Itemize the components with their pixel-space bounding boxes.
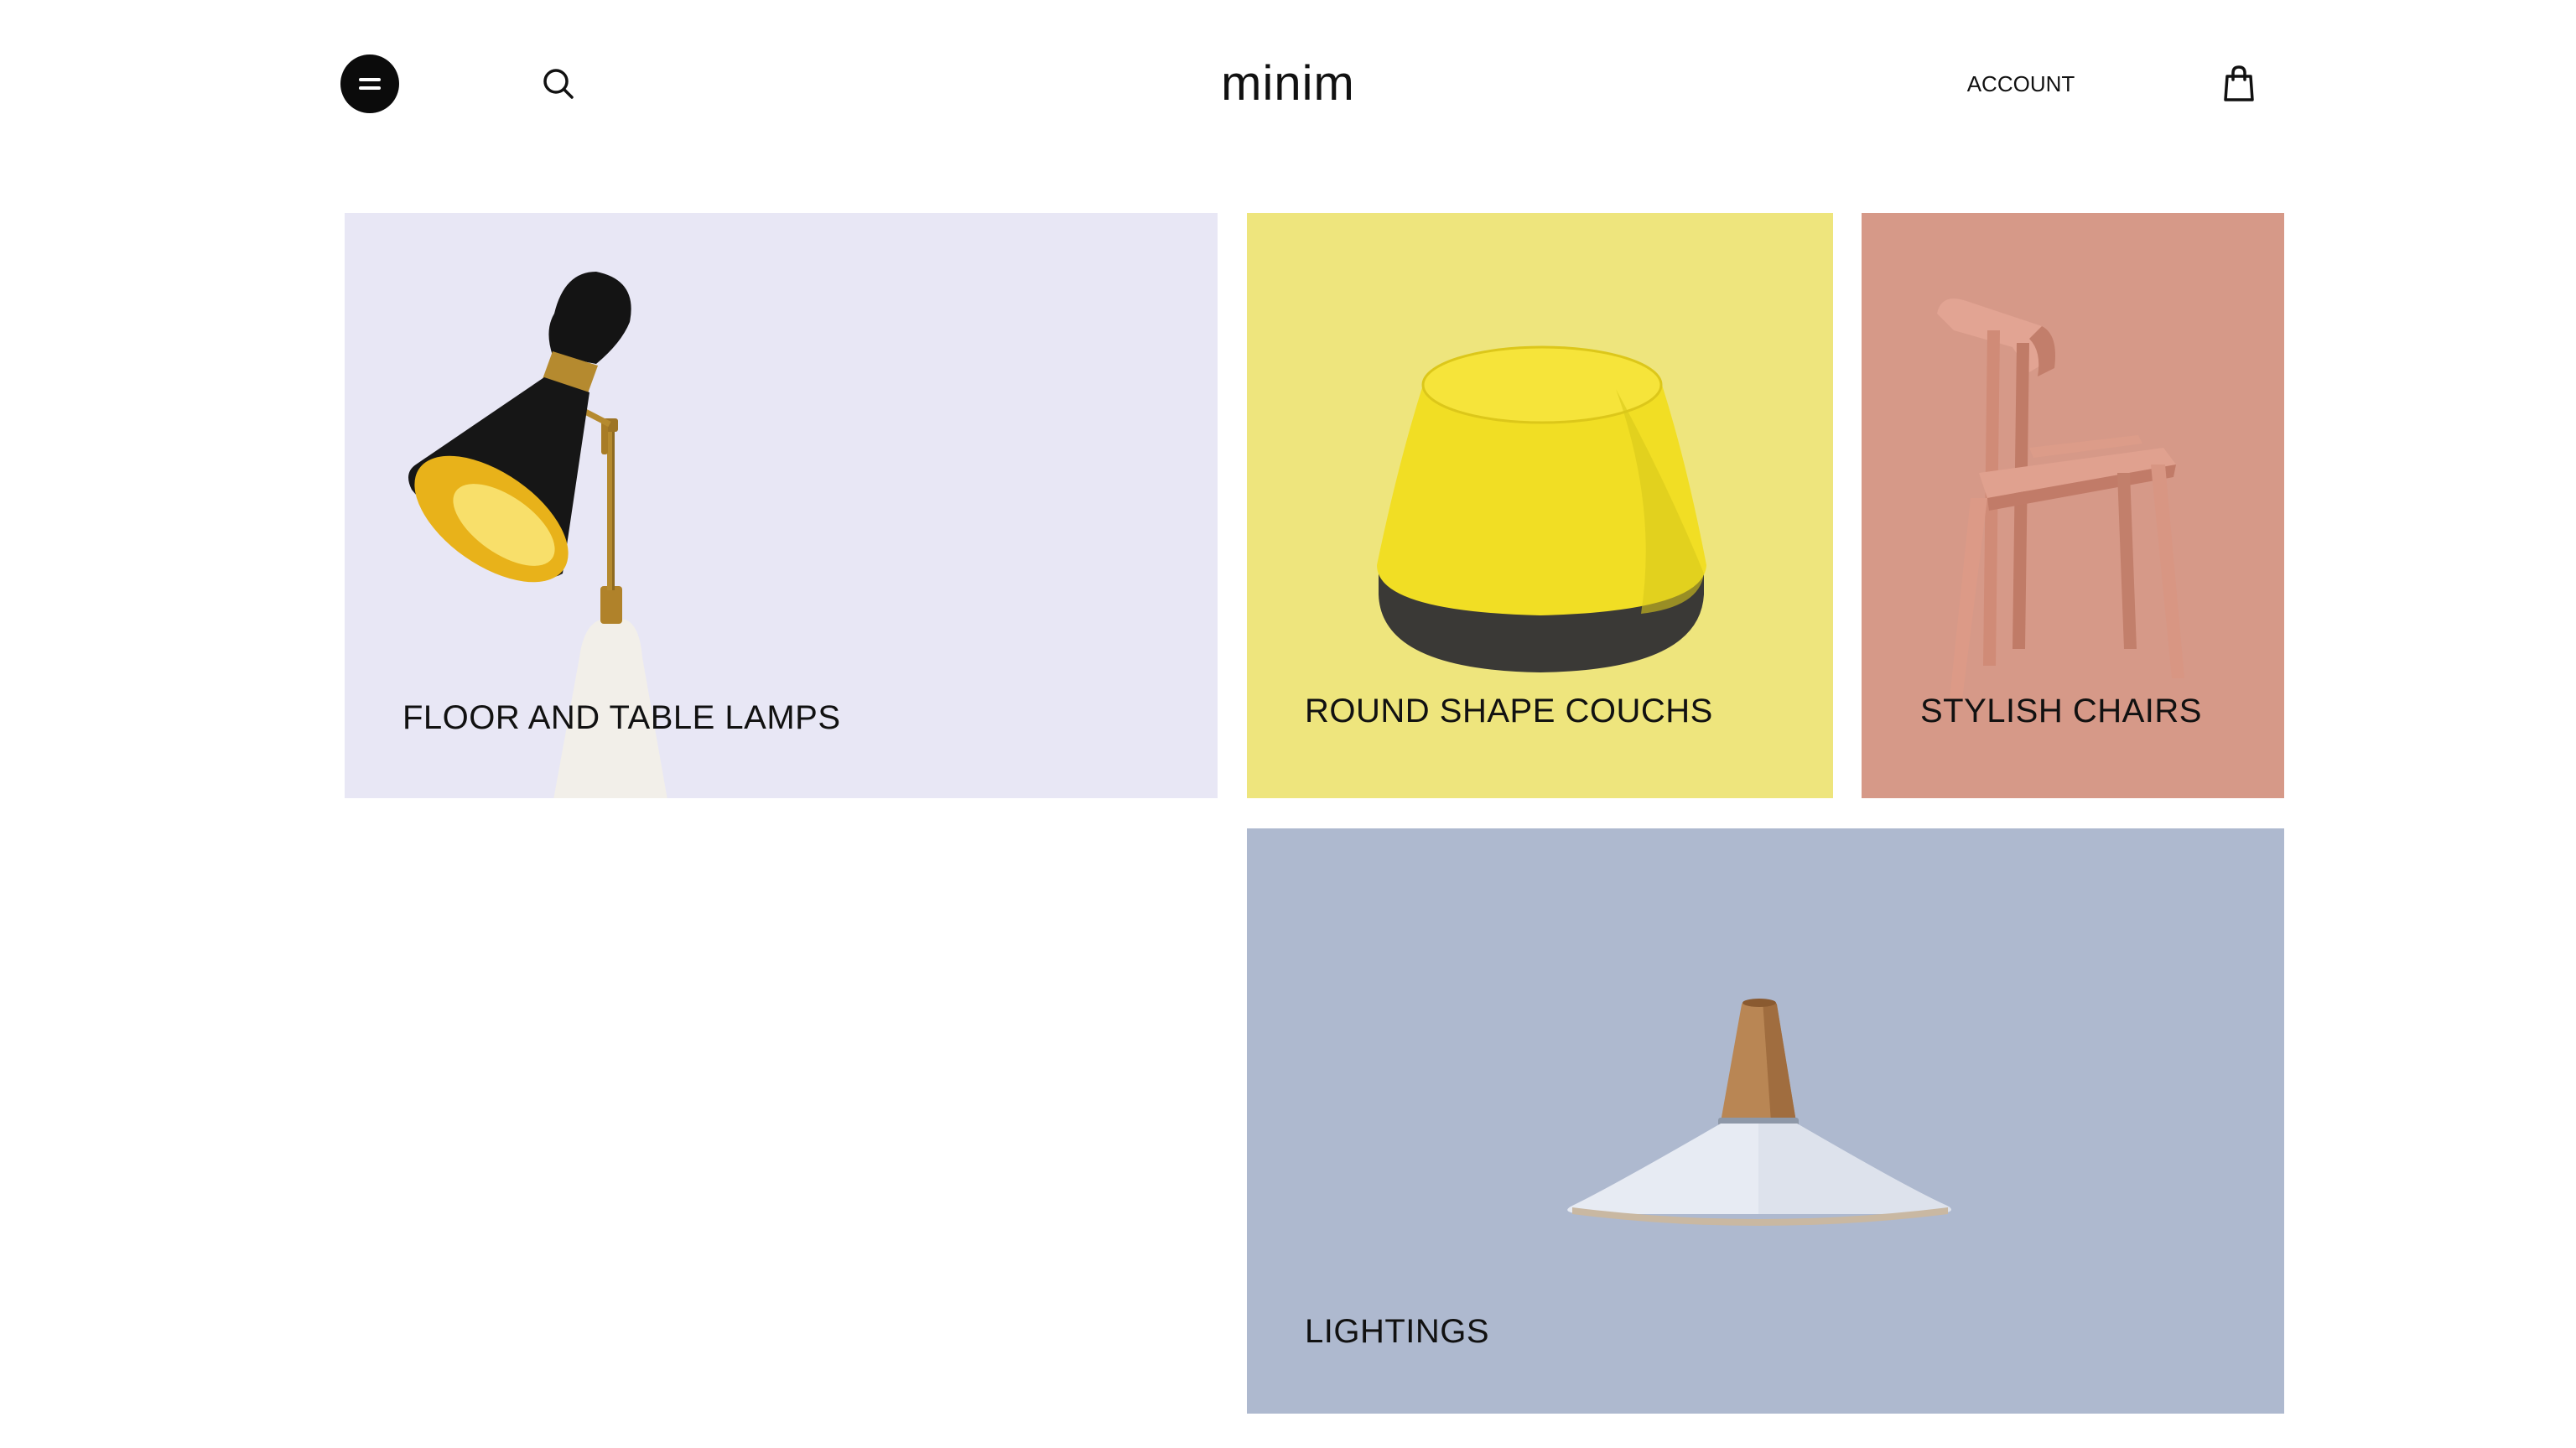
category-label: FLOOR AND TABLE LAMPS [402,699,841,736]
menu-icon [359,78,381,90]
site-logo[interactable]: minim [1162,50,1414,117]
category-label: LIGHTINGS [1305,1313,1490,1350]
category-label: ROUND SHAPE COUCHS [1305,693,1713,729]
category-tile-lightings[interactable]: LIGHTINGS [1247,828,2284,1414]
cart-button[interactable] [2220,63,2257,105]
site-header: minim ACCOUNT [0,0,2576,168]
search-icon [543,69,574,99]
search-button[interactable] [540,65,577,102]
category-label: STYLISH CHAIRS [1920,693,2202,729]
category-tile-chairs[interactable]: STYLISH CHAIRS [1862,213,2284,798]
category-tile-couches[interactable]: ROUND SHAPE COUCHS [1247,213,1833,798]
menu-button[interactable] [340,54,399,113]
account-link[interactable]: ACCOUNT [1954,67,2088,101]
category-tile-lamps[interactable]: FLOOR AND TABLE LAMPS [345,213,1218,798]
shopping-bag-icon [2224,65,2254,101]
